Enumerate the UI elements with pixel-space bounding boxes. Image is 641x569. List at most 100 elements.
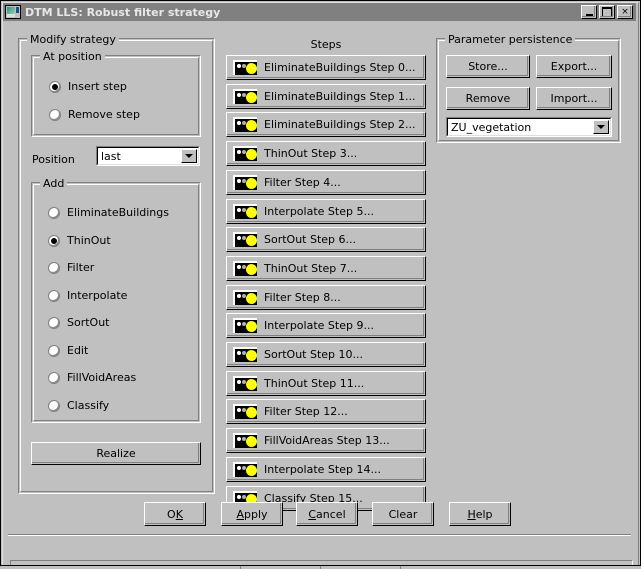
step-button-label: ThinOut Step 11... [264,376,365,390]
ok-button-text: OK [167,507,183,521]
step-button[interactable]: Filter Step 12... [226,399,426,425]
at-position-group: At position [31,50,201,137]
step-button[interactable]: Interpolate Step 9... [226,313,426,339]
radio-fillvoidareas[interactable]: FillVoidAreas [48,371,136,384]
step-thumbnail-icon [233,60,257,75]
step-button-label: EliminateBuildings Step 1... [264,89,416,103]
step-button[interactable]: Interpolate Step 14... [226,456,426,482]
step-button[interactable]: SortOut Step 6... [226,227,426,253]
title-bar[interactable]: DTM LLS: Robust filter strategy × [3,3,636,21]
radio-remove-step-indicator[interactable] [49,108,61,121]
step-thumbnail-icon [233,88,257,104]
at-position-legend: At position [40,50,105,63]
radio-classify-label: Classify [67,399,110,412]
close-button[interactable]: × [617,5,633,19]
radio-eliminatebuildings-label: EliminateBuildings [67,206,169,219]
step-thumbnail-icon [233,174,257,190]
help-button-label: Help [467,507,493,521]
radio-filter-indicator[interactable] [48,261,60,274]
minimize-button[interactable] [581,5,597,19]
chevron-down-icon[interactable] [593,120,609,134]
store-button[interactable]: Store... [446,55,530,78]
radio-classify-indicator[interactable] [48,399,60,412]
export-button[interactable]: Export... [536,55,612,78]
step-thumbnail-icon [233,117,257,133]
status-separator [8,534,631,536]
step-button-label: FillVoidAreas Step 13... [264,434,390,448]
step-button-label: ThinOut Step 3... [264,147,358,161]
maximize-button[interactable] [599,5,615,19]
radio-edit[interactable]: Edit [48,344,88,357]
radio-insert-step-indicator[interactable] [49,80,61,93]
radio-remove-step-label: Remove step [68,108,140,121]
step-button[interactable]: EliminateBuildings Step 0... [226,55,426,80]
position-label: Position [32,153,75,166]
remove-button[interactable]: Remove [446,87,530,110]
step-button-label: Filter Step 4... [264,175,341,189]
step-button-label: Filter Step 8... [264,290,341,304]
step-thumbnail-icon [233,232,257,248]
cancel-button[interactable]: Cancel [296,502,358,526]
realize-button[interactable]: Realize [31,442,201,465]
steps-header: Steps [310,38,342,51]
step-thumbnail-icon [233,146,257,162]
radio-thinout[interactable]: ThinOut [48,234,111,247]
step-button[interactable]: EliminateBuildings Step 2... [226,112,426,138]
radio-insert-step[interactable]: Insert step [49,80,127,93]
step-button-label: SortOut Step 10... [264,348,364,361]
radio-filter-label: Filter [67,261,95,274]
window-title: DTM LLS: Robust filter strategy [25,5,221,19]
step-button-label: ThinOut Step 7... [264,261,358,275]
window-frame: DTM LLS: Robust filter strategy × Modify… [0,0,641,569]
step-button-label: Filter Step 12... [264,405,348,419]
step-button[interactable]: ThinOut Step 11... [226,370,426,396]
step-button-label: Interpolate Step 14... [264,462,381,476]
radio-interpolate[interactable]: Interpolate [48,289,127,302]
step-thumbnail-icon [233,203,257,219]
radio-sortout[interactable]: SortOut [48,316,110,329]
chevron-down-icon[interactable] [181,149,197,163]
radio-sortout-label: SortOut [67,316,110,329]
radio-remove-step[interactable]: Remove step [49,108,140,121]
radio-eliminatebuildings[interactable]: EliminateBuildings [48,206,169,219]
steps-list: EliminateBuildings Step 0... EliminateBui… [226,55,426,515]
step-button-label: EliminateBuildings Step 0... [264,61,416,74]
step-button[interactable]: Interpolate Step 5... [226,198,426,224]
profile-combobox-value: ZU_vegetation [451,120,532,134]
title-bar-buttons: × [581,5,636,19]
radio-edit-indicator[interactable] [48,344,60,357]
step-button[interactable]: EliminateBuildings Step 1... [226,83,426,109]
step-button[interactable]: ThinOut Step 7... [226,255,426,281]
radio-edit-label: Edit [67,344,89,357]
radio-sortout-indicator[interactable] [48,316,60,329]
radio-thinout-indicator[interactable] [48,234,60,247]
step-button[interactable]: ThinOut Step 3... [226,141,426,167]
radio-classify[interactable]: Classify [48,399,109,412]
step-button[interactable]: Filter Step 4... [226,169,426,195]
apply-button-label: Apply [236,507,268,521]
import-button[interactable]: Import... [536,87,612,110]
ok-button[interactable]: OK [144,502,206,526]
position-combobox[interactable]: last [96,146,200,166]
step-thumbnail-icon [233,375,257,391]
step-button[interactable]: Filter Step 8... [226,284,426,310]
step-button[interactable]: FillVoidAreas Step 13... [226,428,426,454]
export-button-label: Export... [550,60,598,73]
step-button-label: Interpolate Step 9... [264,319,374,333]
step-button[interactable]: SortOut Step 10... [226,342,426,367]
clear-button-label: Clear [388,507,418,521]
radio-filter[interactable]: Filter [48,261,94,274]
radio-eliminatebuildings-indicator[interactable] [48,206,60,219]
radio-fillvoidareas-indicator[interactable] [48,371,60,384]
help-button[interactable]: Help [449,502,511,526]
apply-button[interactable]: Apply [221,502,283,526]
radio-interpolate-label: Interpolate [67,289,128,302]
client-area: Modify strategy At position Insert step … [3,22,636,569]
clear-button[interactable]: Clear [372,502,434,526]
radio-interpolate-indicator[interactable] [48,289,60,302]
profile-combobox[interactable]: ZU_vegetation [446,117,612,137]
radio-thinout-label: ThinOut [67,234,111,247]
radio-fillvoidareas-label: FillVoidAreas [67,371,137,384]
radio-insert-step-label: Insert step [68,80,127,93]
modify-strategy-legend: Modify strategy [27,33,119,46]
